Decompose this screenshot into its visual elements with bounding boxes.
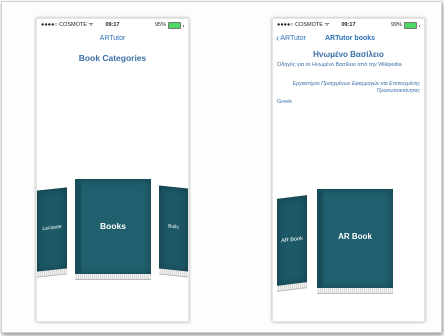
back-label: ARTutor xyxy=(280,35,307,42)
status-bar: ●●●●○ COSMOTE ᯤ 09:17 99% xyxy=(273,19,424,32)
book-label: Books xyxy=(100,221,126,231)
book-card-left[interactable]: AR Book xyxy=(277,195,307,292)
book-pages xyxy=(317,288,393,294)
phone-screen-book-detail: ●●●●○ COSMOTE ᯤ 09:17 99% ‹ ARTutor ARTu… xyxy=(272,18,425,322)
battery-percent: 99% xyxy=(390,22,402,28)
status-bar: ●●●●○ COSMOTE ᯤ 09:17 95% xyxy=(37,19,188,32)
book-pages xyxy=(277,282,307,292)
battery-indicator: 99% xyxy=(391,19,420,32)
book-author: Εργαστήριο Προηγμένων Εφαρμογών και Επιτ… xyxy=(292,81,420,94)
page-title: Book Categories xyxy=(78,53,147,63)
book-label: AR Book xyxy=(338,232,372,241)
battery-percent: 95% xyxy=(154,22,166,28)
book-label: Bulls xyxy=(168,223,179,231)
book-card-left[interactable]: Lactante xyxy=(37,187,67,278)
nav-bar: ‹ ARTutor ARTutor books xyxy=(273,32,424,46)
book-card-right[interactable]: Bulls xyxy=(159,185,188,278)
book-card-center[interactable]: Books xyxy=(75,179,151,280)
book-label: AR Book xyxy=(281,235,303,245)
book-pages xyxy=(37,268,67,278)
phone-screen-categories: ●●●●○ COSMOTE ᯤ 09:17 95% ARTutor Book C… xyxy=(36,18,189,322)
battery-icon xyxy=(168,22,181,29)
book-description: Οδηγός για το Ηνωμένο Βασίλειο από την W… xyxy=(277,62,402,68)
battery-icon xyxy=(404,22,417,29)
book-pages xyxy=(159,268,188,278)
nav-bar: ARTutor xyxy=(37,32,188,46)
book-card-center[interactable]: AR Book xyxy=(317,189,393,294)
screenshot-frame: ●●●●○ COSMOTE ᯤ 09:17 95% ARTutor Book C… xyxy=(1,1,442,333)
battery-tip-icon xyxy=(183,24,184,27)
nav-title: ARTutor books xyxy=(325,35,376,42)
book-title: Ηνωμένο Βασίλειο xyxy=(313,50,384,59)
battery-indicator: 95% xyxy=(155,19,184,32)
book-language: Greek xyxy=(277,99,292,105)
book-label: Lactante xyxy=(42,223,62,233)
battery-tip-icon xyxy=(419,24,420,27)
chevron-left-icon: ‹ xyxy=(276,33,280,44)
book-pages xyxy=(75,274,151,280)
nav-title: ARTutor xyxy=(99,35,126,42)
back-button[interactable]: ‹ ARTutor xyxy=(276,32,306,46)
